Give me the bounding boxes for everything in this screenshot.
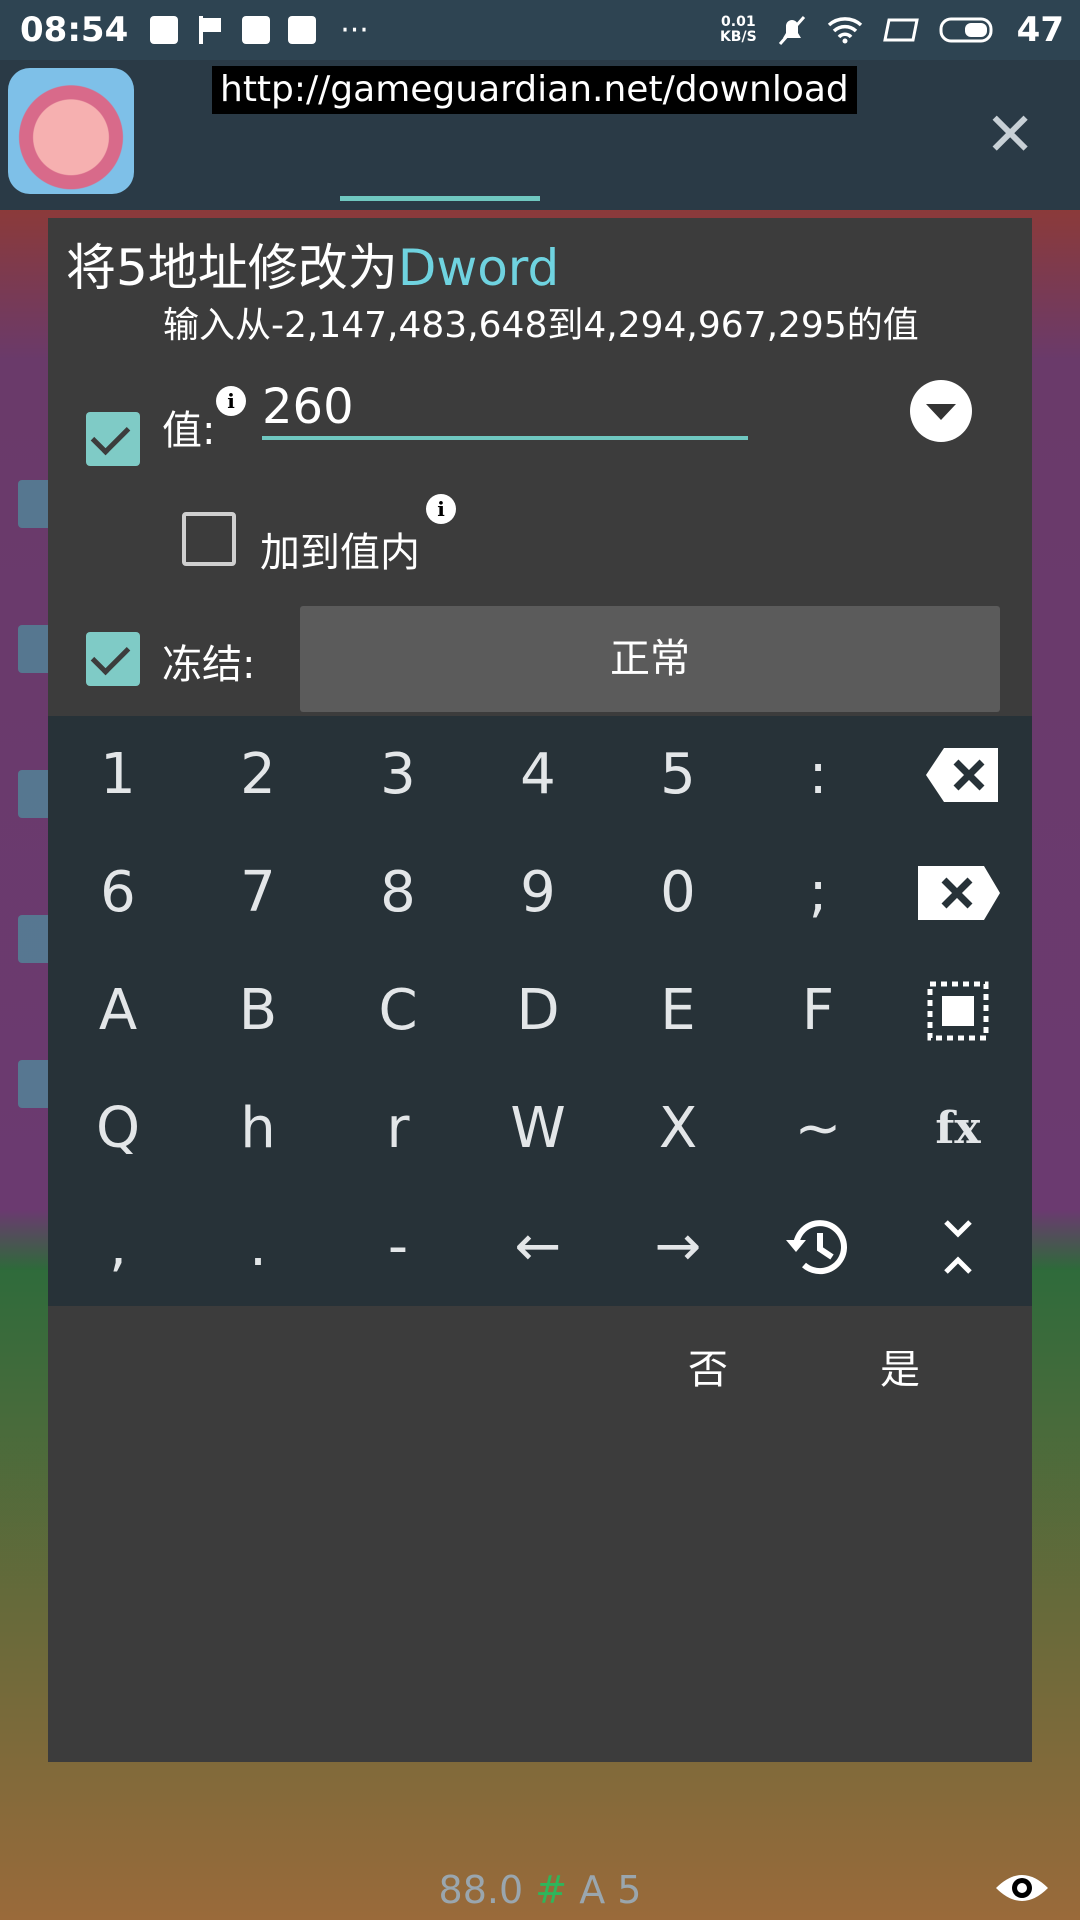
download-url-overlay: http://gameguardian.net/download bbox=[212, 66, 857, 114]
network-speed: 0.01 KB/S bbox=[720, 15, 757, 45]
add-to-value-label: 加到值内 bbox=[260, 530, 420, 576]
freeze-mode-button[interactable]: 正常 bbox=[300, 606, 1000, 712]
battery-icon bbox=[939, 17, 993, 43]
add-to-value-info-icon[interactable]: i bbox=[426, 494, 456, 524]
key[interactable]: 3 bbox=[328, 716, 468, 834]
key[interactable]: r bbox=[328, 1070, 468, 1188]
key[interactable]: , bbox=[48, 1188, 188, 1306]
key[interactable]: B bbox=[188, 952, 328, 1070]
clear-icon[interactable] bbox=[888, 834, 1028, 952]
edit-value-dialog: 将5地址修改为Dword 输入从-2,147,483,648到4,294,967… bbox=[48, 218, 1032, 1762]
eye-icon[interactable] bbox=[994, 1868, 1050, 1908]
mute-icon bbox=[778, 16, 805, 45]
value-checkbox[interactable] bbox=[86, 412, 140, 466]
select-all-icon[interactable] bbox=[888, 952, 1028, 1070]
key[interactable]: . bbox=[188, 1188, 328, 1306]
freeze-label: 冻结: bbox=[162, 642, 256, 688]
key[interactable]: Q bbox=[48, 1070, 188, 1188]
key[interactable]: C bbox=[328, 952, 468, 1070]
wifi-icon bbox=[827, 17, 862, 44]
no-button[interactable]: 否 bbox=[638, 1330, 778, 1410]
key[interactable]: 1 bbox=[48, 716, 188, 834]
dialog-title-text: 将5地址修改为 bbox=[66, 239, 398, 297]
value-history-dropdown[interactable] bbox=[910, 380, 972, 442]
close-icon[interactable]: ✕ bbox=[985, 100, 1035, 170]
status-right: 0.01 KB/S 47 bbox=[720, 10, 1064, 50]
more-notifications-icon: ··· bbox=[340, 12, 369, 48]
add-to-value-checkbox[interactable] bbox=[182, 512, 236, 566]
key[interactable]: 9 bbox=[468, 834, 608, 952]
key[interactable]: E bbox=[608, 952, 748, 1070]
value-info-icon[interactable]: i bbox=[216, 386, 246, 416]
history-icon[interactable] bbox=[748, 1188, 888, 1306]
status-bar: 08:54 ··· 0.01 KB/S 47 bbox=[0, 0, 1080, 60]
key[interactable]: h bbox=[188, 1070, 328, 1188]
dialog-title: 将5地址修改为Dword bbox=[66, 228, 559, 300]
key[interactable]: 6 bbox=[48, 834, 188, 952]
key[interactable]: X bbox=[608, 1070, 748, 1188]
mail-icon bbox=[242, 16, 271, 44]
key[interactable]: 5 bbox=[608, 716, 748, 834]
readout-hash: # bbox=[535, 1868, 568, 1912]
value-readout: 88.0 # A 5 bbox=[0, 1860, 1080, 1920]
qq-icon bbox=[288, 16, 317, 44]
key[interactable]: W bbox=[468, 1070, 608, 1188]
readout-rest: A 5 bbox=[579, 1868, 642, 1912]
key[interactable]: ; bbox=[748, 834, 888, 952]
notification-icons: ··· bbox=[150, 13, 369, 48]
flag-icon bbox=[196, 16, 224, 44]
key[interactable]: D bbox=[468, 952, 608, 1070]
backspace-icon[interactable] bbox=[888, 716, 1028, 834]
key[interactable]: 2 bbox=[188, 716, 328, 834]
search-tab-indicator bbox=[340, 196, 540, 201]
key[interactable]: 8 bbox=[328, 834, 468, 952]
fx-key[interactable]: fx bbox=[888, 1070, 1028, 1188]
network-speed-value: 0.01 bbox=[721, 14, 756, 30]
value-input[interactable] bbox=[262, 378, 748, 440]
freeze-checkbox[interactable] bbox=[86, 632, 140, 686]
key[interactable]: ~ bbox=[748, 1070, 888, 1188]
gameguardian-logo[interactable] bbox=[8, 68, 134, 194]
status-time: 08:54 bbox=[20, 10, 129, 50]
dialog-title-type: Dword bbox=[397, 239, 560, 297]
dialog-range-hint: 输入从-2,147,483,648到4,294,967,295的值 bbox=[163, 305, 919, 346]
cursor-left-key[interactable]: ← bbox=[468, 1188, 608, 1306]
screen-icon bbox=[882, 18, 919, 42]
yes-button[interactable]: 是 bbox=[830, 1330, 970, 1410]
keypad: 1 2 3 4 5 : 6 7 8 9 0 ; A B C D E F Q h … bbox=[48, 716, 1032, 1306]
key[interactable]: F bbox=[748, 952, 888, 1070]
key[interactable]: - bbox=[328, 1188, 468, 1306]
key[interactable]: 0 bbox=[608, 834, 748, 952]
value-label: 值: bbox=[162, 408, 216, 454]
battery-level: 47 bbox=[1016, 10, 1064, 50]
key[interactable]: 4 bbox=[468, 716, 608, 834]
collapse-keyboard-icon[interactable] bbox=[888, 1188, 1028, 1306]
cursor-right-key[interactable]: → bbox=[608, 1188, 748, 1306]
network-speed-unit: KB/S bbox=[719, 29, 757, 45]
key[interactable]: : bbox=[748, 716, 888, 834]
readout-value: 88.0 bbox=[438, 1868, 524, 1912]
video-icon bbox=[150, 16, 179, 44]
key[interactable]: 7 bbox=[188, 834, 328, 952]
key[interactable]: A bbox=[48, 952, 188, 1070]
